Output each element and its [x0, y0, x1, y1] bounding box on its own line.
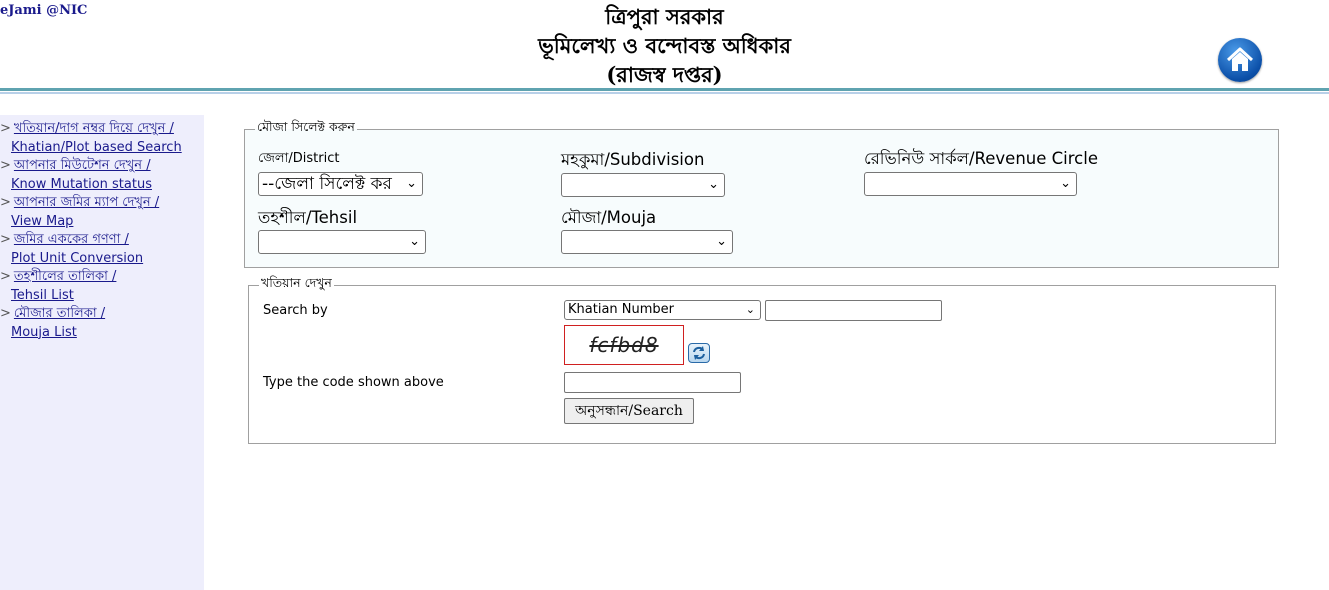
sidebar-link-en[interactable]: Tehsil List [0, 287, 204, 306]
captcha-refresh-button[interactable] [688, 343, 710, 363]
chevron-right-icon: > [0, 269, 11, 284]
chevron-down-icon: ⌄ [716, 234, 727, 249]
title-line-1: ত্রিপুরা সরকার [605, 4, 724, 29]
district-select-value: --জেলা সিলেক্ট কর [262, 174, 392, 194]
search-by-select-value: Khatian Number [568, 302, 674, 317]
sidebar-item-mouja-list[interactable]: > মৌজার তালিকা / Mouja List [0, 305, 204, 342]
chevron-right-icon: > [0, 306, 11, 321]
subdivision-select[interactable]: ⌄ [561, 173, 725, 197]
page-header-titles: ত্রিপুরা সরকার ভূমিলেখ্য ও বন্দোবস্ত অধি… [0, 2, 1329, 89]
captcha-code-input[interactable] [564, 372, 741, 393]
sidebar-link-en[interactable]: Khatian/Plot based Search [0, 139, 204, 158]
sidebar-link-bn[interactable]: আপনার মিউটেশন দেখুন / [14, 158, 151, 173]
sidebar-link-en[interactable]: Mouja List [0, 324, 204, 343]
sidebar-link-bn[interactable]: মৌজার তালিকা / [14, 306, 105, 321]
header-rule [0, 88, 1329, 91]
title-line-2: ভূমিলেখ্য ও বন্দোবস্ত অধিকার [538, 33, 791, 58]
sidebar-item-plot-unit[interactable]: > জমির এককের গণণা / Plot Unit Conversion [0, 231, 204, 268]
khatian-fieldset: খতিয়ান দেখুন [248, 275, 1276, 444]
khatian-legend: খতিয়ান দেখুন [261, 275, 332, 290]
search-button[interactable]: অনুসন্ধান/Search [564, 398, 694, 424]
tehsil-select[interactable]: ⌄ [258, 230, 426, 254]
sidebar-link-bn[interactable]: জমির এককের গণণা / [14, 232, 129, 247]
sidebar-link-en[interactable]: View Map [0, 213, 204, 232]
refresh-icon [693, 346, 705, 360]
home-button[interactable] [1218, 38, 1262, 82]
sidebar-link-bn[interactable]: আপনার জমির ম্যাপ দেখুন / [14, 195, 159, 210]
chevron-down-icon: ⌄ [745, 303, 755, 316]
sidebar-item-tehsil-list[interactable]: > তহশীলের তালিকা / Tehsil List [0, 268, 204, 305]
search-by-label: Search by [263, 303, 328, 318]
sidebar-nav: > খতিয়ান/দাগ নম্বর দিয়ে দেখুন / Khatian… [0, 120, 204, 342]
sidebar-link-en[interactable]: Know Mutation status [0, 176, 204, 195]
district-select[interactable]: --জেলা সিলেক্ট কর ⌄ [258, 172, 423, 196]
district-label: জেলা/District [258, 151, 340, 166]
sidebar-item-view-map[interactable]: > আপনার জমির ম্যাপ দেখুন / View Map [0, 194, 204, 231]
sidebar-link-en[interactable]: Plot Unit Conversion [0, 250, 204, 269]
search-by-select[interactable]: Khatian Number ⌄ [564, 300, 761, 320]
home-icon [1226, 47, 1254, 71]
mouja-select[interactable]: ⌄ [561, 230, 733, 254]
sidebar-link-bn[interactable]: তহশীলের তালিকা / [14, 269, 117, 284]
title-line-3: (রাজস্ব দপ্তর) [606, 62, 723, 87]
sidebar-item-mutation[interactable]: > আপনার মিউটেশন দেখুন / Know Mutation sta… [0, 157, 204, 194]
sidebar-item-khatian-search[interactable]: > খতিয়ান/দাগ নম্বর দিয়ে দেখুন / Khatian… [0, 120, 204, 157]
chevron-right-icon: > [0, 195, 11, 210]
chevron-right-icon: > [0, 121, 11, 136]
sidebar-link-bn[interactable]: খতিয়ান/দাগ নম্বর দিয়ে দেখুন / [14, 121, 174, 136]
mouja-select-legend: মৌজা সিলেক্ট করুন [257, 119, 355, 134]
search-value-input[interactable] [765, 300, 942, 321]
sidebar: > খতিয়ান/দাগ নম্বর দিয়ে দেখুন / Khatian… [0, 115, 204, 590]
chevron-right-icon: > [0, 232, 11, 247]
subdivision-label: মহকুমা/Subdivision [561, 150, 705, 169]
chevron-right-icon: > [0, 158, 11, 173]
captcha-code-label: Type the code shown above [263, 375, 444, 390]
revenue-circle-label: রেভিনিউ সার্কল/Revenue Circle [864, 149, 1098, 168]
captcha-image: fcfbd8 [564, 325, 684, 365]
revenue-circle-select[interactable]: ⌄ [864, 172, 1077, 196]
chevron-down-icon: ⌄ [1060, 176, 1071, 191]
chevron-down-icon: ⌄ [708, 177, 719, 192]
chevron-down-icon: ⌄ [409, 234, 420, 249]
chevron-down-icon: ⌄ [406, 176, 417, 191]
tehsil-label: তহশীল/Tehsil [258, 208, 358, 227]
mouja-label: মৌজা/Mouja [561, 208, 657, 227]
header-rule-light [0, 92, 1329, 94]
